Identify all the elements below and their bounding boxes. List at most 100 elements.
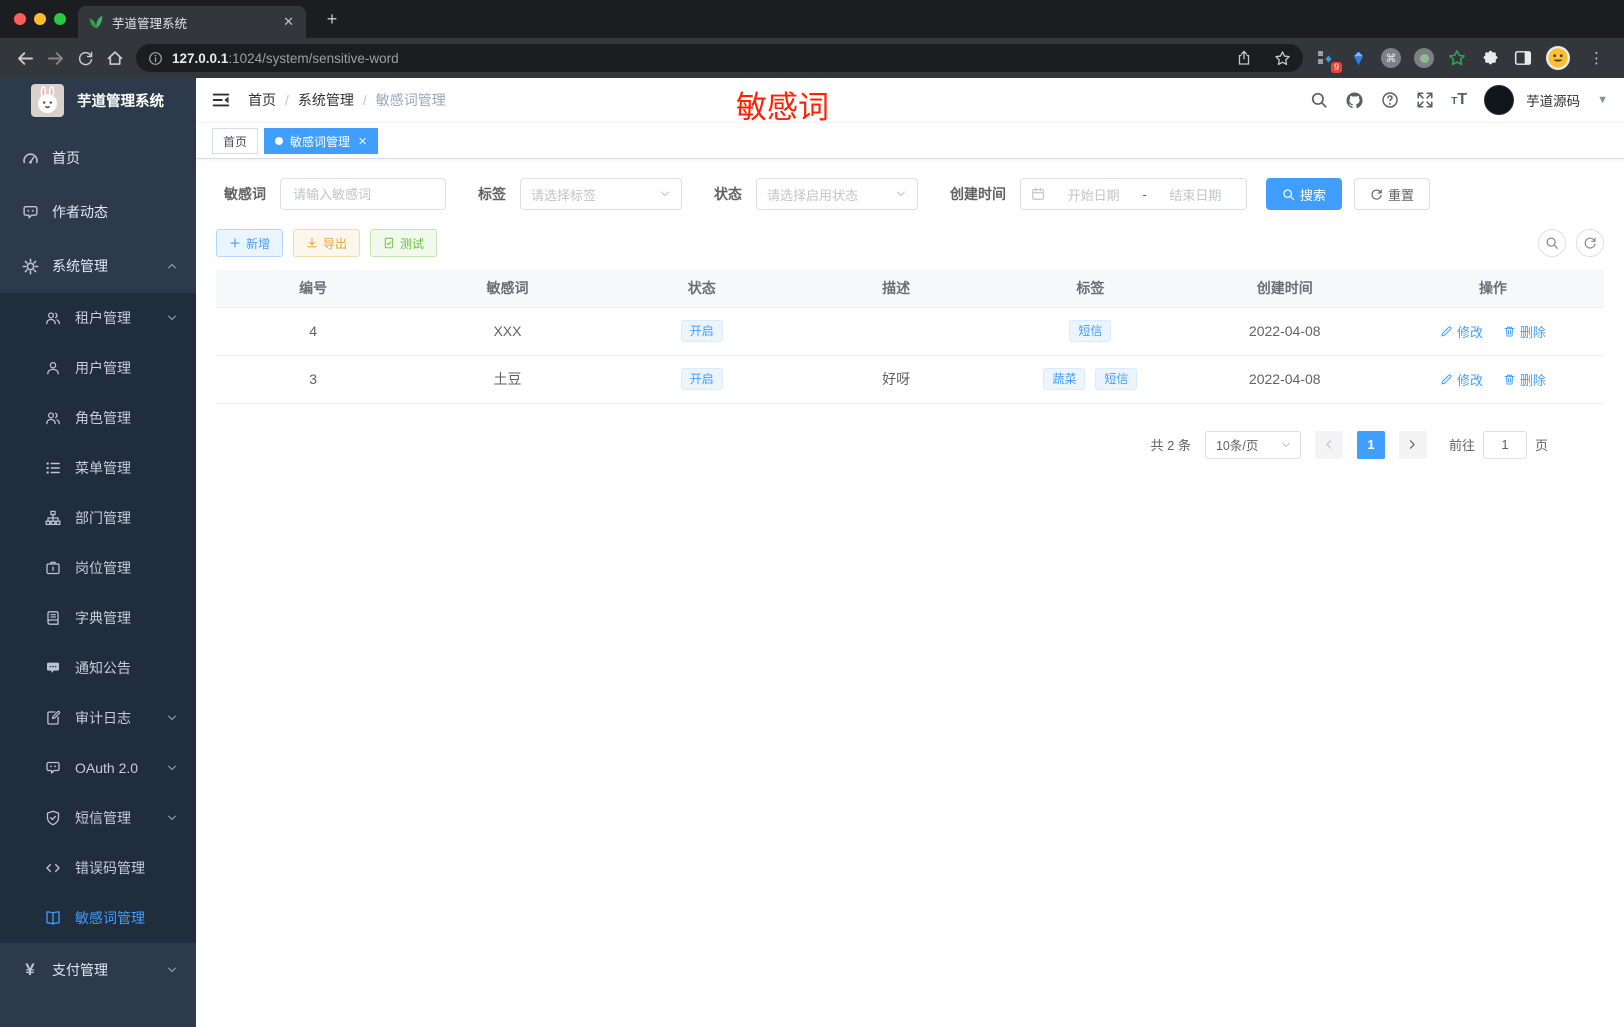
sidebar-item-payment[interactable]: ¥ 支付管理 [0,943,196,997]
sidebar-menu: 首页 作者动态 系统管理 租户管理 用户管理 角色管理 菜单管理 部门管理 岗位… [0,131,196,997]
code-icon [44,859,62,877]
sidebar-item-tenant[interactable]: 租户管理 [0,293,196,343]
users-icon [44,309,62,327]
cell-created: 2022-04-08 [1187,355,1382,404]
sidebar-item-notice[interactable]: 通知公告 [0,643,196,693]
sidebar-item-oauth[interactable]: OAuth 2.0 [0,743,196,793]
sidebar-collapse-icon[interactable] [212,91,230,109]
search-button[interactable]: 搜索 [1266,178,1343,210]
test-button[interactable]: 测试 [370,229,438,257]
fullscreen-icon[interactable] [1416,91,1434,109]
sidebar-item-audit-log[interactable]: 审计日志 [0,693,196,743]
search-icon[interactable] [1310,91,1328,109]
font-size-icon[interactable]: TT [1451,91,1467,109]
chevron-down-icon [166,812,178,824]
date-range-picker[interactable]: 开始日期 - 结束日期 [1020,178,1247,210]
user-icon [44,359,62,377]
sidebar-item-post[interactable]: 岗位管理 [0,543,196,593]
calendar-icon [1031,187,1045,201]
user-avatar[interactable] [1484,85,1515,115]
cell-created: 2022-04-08 [1187,307,1382,356]
home-button[interactable] [100,43,130,73]
export-button[interactable]: 导出 [293,229,361,257]
next-page-button[interactable] [1398,430,1427,459]
extension-grid-icon[interactable]: 9 [1315,48,1342,73]
bookmark-star-icon[interactable] [1274,50,1291,67]
sidebar-item-home[interactable]: 首页 [0,131,196,185]
browser-tab[interactable]: 芋道管理系统 ✕ [78,6,306,38]
prev-page-button[interactable] [1314,430,1343,459]
page-size-select[interactable]: 10条/页 [1204,430,1301,459]
new-tab-button[interactable]: + [320,7,344,31]
user-name[interactable]: 芋道源码 [1526,90,1580,110]
delete-button[interactable]: 删除 [1503,322,1546,341]
toggle-search-button[interactable] [1538,229,1566,257]
status-select[interactable]: 请选择启用状态 [756,178,918,210]
trash-icon [1503,325,1516,338]
list-icon [44,459,62,477]
sidebar-item-menu[interactable]: 菜单管理 [0,443,196,493]
table-row: 4 XXX 开启 短信 2022-04-08 修改 删除 [216,307,1604,356]
chevron-down-icon[interactable]: ▼ [1597,94,1608,106]
sidebar-item-error-code[interactable]: 错误码管理 [0,843,196,893]
extensions-puzzle-icon[interactable] [1480,48,1500,68]
document-check-icon [383,237,395,249]
chevron-left-icon [1322,438,1335,451]
sidebar-item-dict[interactable]: 字典管理 [0,593,196,643]
profile-avatar[interactable] [1546,46,1570,70]
breadcrumb-home[interactable]: 首页 [248,90,276,110]
reset-button[interactable]: 重置 [1354,178,1431,210]
zoom-window-button[interactable] [54,13,66,25]
edit-button[interactable]: 修改 [1440,322,1483,341]
minimize-window-button[interactable] [34,13,46,25]
tag-close-icon[interactable]: ✕ [358,135,367,148]
refresh-table-button[interactable] [1576,229,1604,257]
goto-page-input[interactable] [1482,430,1527,459]
url-bar[interactable]: 127.0.0.1 :1024/system/sensitive-word [136,44,1303,72]
tags-view-bar: 首页 敏感词管理 ✕ [196,123,1624,159]
help-icon[interactable] [1381,91,1399,109]
extension-gem-icon[interactable] [1348,48,1368,68]
site-info-icon[interactable] [148,51,163,66]
tag-view-sensitive-word[interactable]: 敏感词管理 ✕ [264,128,379,154]
sidebar-item-dept[interactable]: 部门管理 [0,493,196,543]
extension-dot-icon[interactable] [1414,48,1434,68]
forward-button[interactable] [40,43,70,73]
breadcrumb-system[interactable]: 系统管理 [298,90,354,110]
extension-star-icon[interactable] [1447,48,1467,68]
tab-close-icon[interactable]: ✕ [281,14,296,30]
reload-button[interactable] [70,43,100,73]
date-label: 创建时间 [950,186,1006,202]
breadcrumb: 首页 / 系统管理 / 敏感词管理 [248,90,446,110]
sidebar-item-author-feed[interactable]: 作者动态 [0,185,196,239]
keyword-input[interactable] [280,178,446,210]
edit-document-icon [44,709,62,727]
yen-icon: ¥ [25,960,35,979]
edit-button[interactable]: 修改 [1440,370,1483,389]
sidebar-item-sensitive-word[interactable]: 敏感词管理 [0,893,196,943]
extension-area: 9 ⌘ ⋮ [1315,46,1610,73]
col-status: 状态 [604,270,799,308]
browser-menu-icon[interactable]: ⋮ [1583,49,1610,67]
gear-icon [21,257,39,275]
add-button[interactable]: 新增 [216,229,284,257]
share-icon[interactable] [1236,50,1252,66]
sidebar-item-sms[interactable]: 短信管理 [0,793,196,843]
app-window: 芋道管理系统 首页 作者动态 系统管理 租户管理 用户管理 角色管理 菜单管理 … [0,78,1624,1027]
plus-icon [229,237,241,249]
page-number-button[interactable]: 1 [1356,430,1385,459]
side-panel-icon[interactable] [1513,48,1533,68]
sidebar-item-user[interactable]: 用户管理 [0,343,196,393]
github-icon[interactable] [1345,91,1364,110]
open-book-icon [44,909,62,927]
tag-select[interactable]: 请选择标签 [520,178,682,210]
extension-command-icon[interactable]: ⌘ [1381,48,1401,68]
chevron-down-icon [1280,439,1292,451]
tag-view-home[interactable]: 首页 [212,128,259,154]
col-id: 编号 [216,270,411,308]
sidebar-item-role[interactable]: 角色管理 [0,393,196,443]
sidebar-item-system[interactable]: 系统管理 [0,239,196,293]
delete-button[interactable]: 删除 [1503,370,1546,389]
close-window-button[interactable] [14,13,26,25]
back-button[interactable] [10,43,40,73]
